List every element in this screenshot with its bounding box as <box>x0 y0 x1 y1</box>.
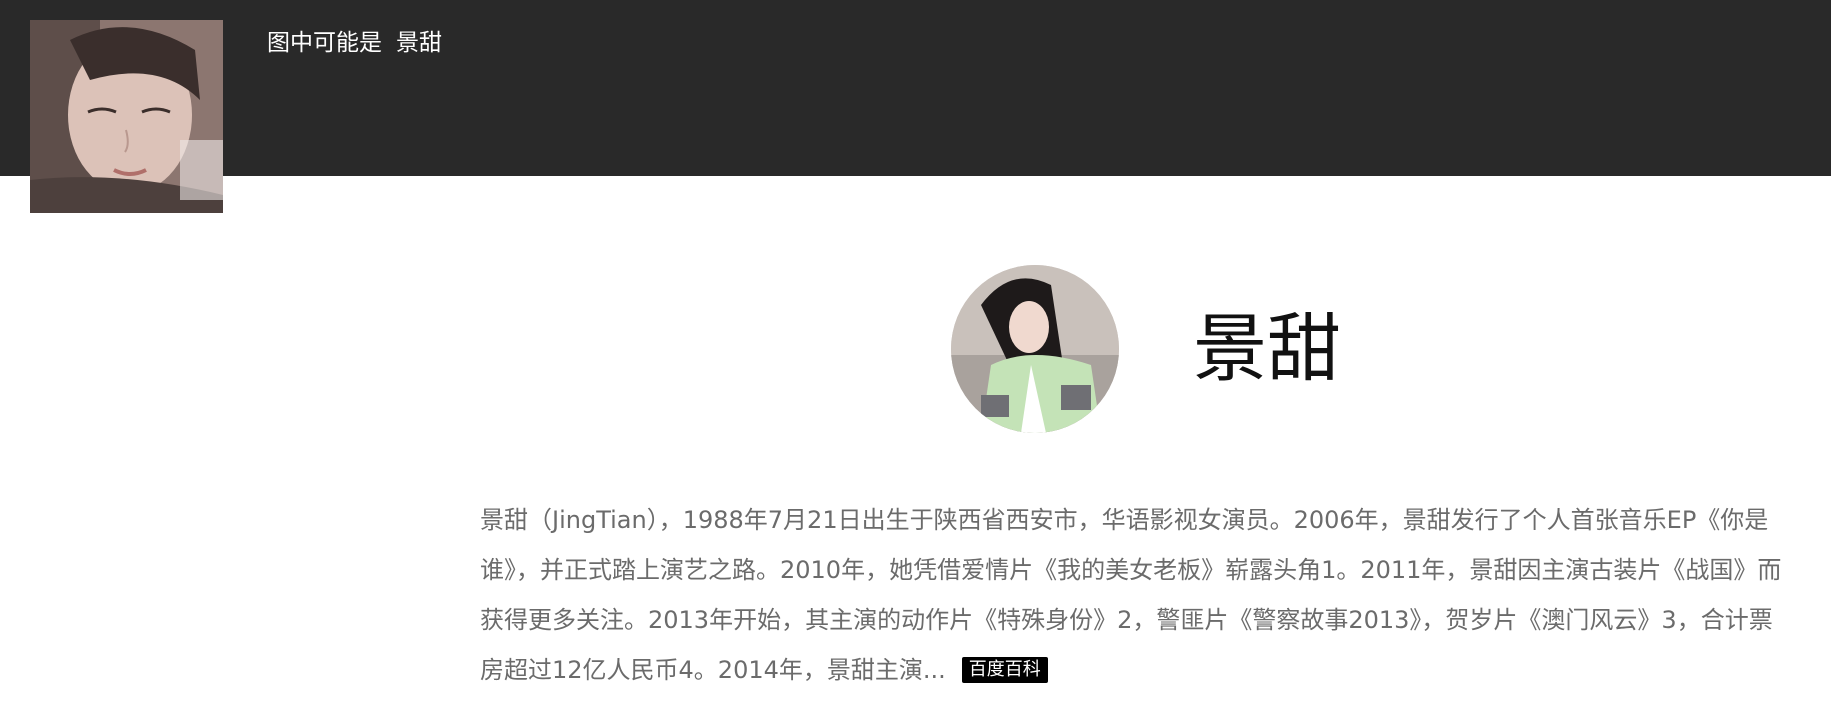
query-photo <box>30 20 223 213</box>
bio-text: 景甜（JingTian），1988年7月21日出生于陕西省西安市，华语影视女演员… <box>480 506 1782 684</box>
source-badge[interactable]: 百度百科 <box>961 657 1048 683</box>
header-bar <box>0 0 1831 176</box>
entity-bio: 景甜（JingTian），1988年7月21日出生于陕西省西安市，华语影视女演员… <box>480 495 1790 695</box>
image-caption: 图中可能是 景甜 <box>267 28 442 58</box>
caption-prefix: 图中可能是 <box>267 30 382 56</box>
entity-title: 景甜 <box>1193 306 1341 392</box>
query-image-thumbnail[interactable] <box>30 20 223 213</box>
entity-avatar[interactable] <box>951 265 1119 433</box>
caption-name[interactable]: 景甜 <box>396 30 442 56</box>
avatar-photo <box>951 265 1119 433</box>
